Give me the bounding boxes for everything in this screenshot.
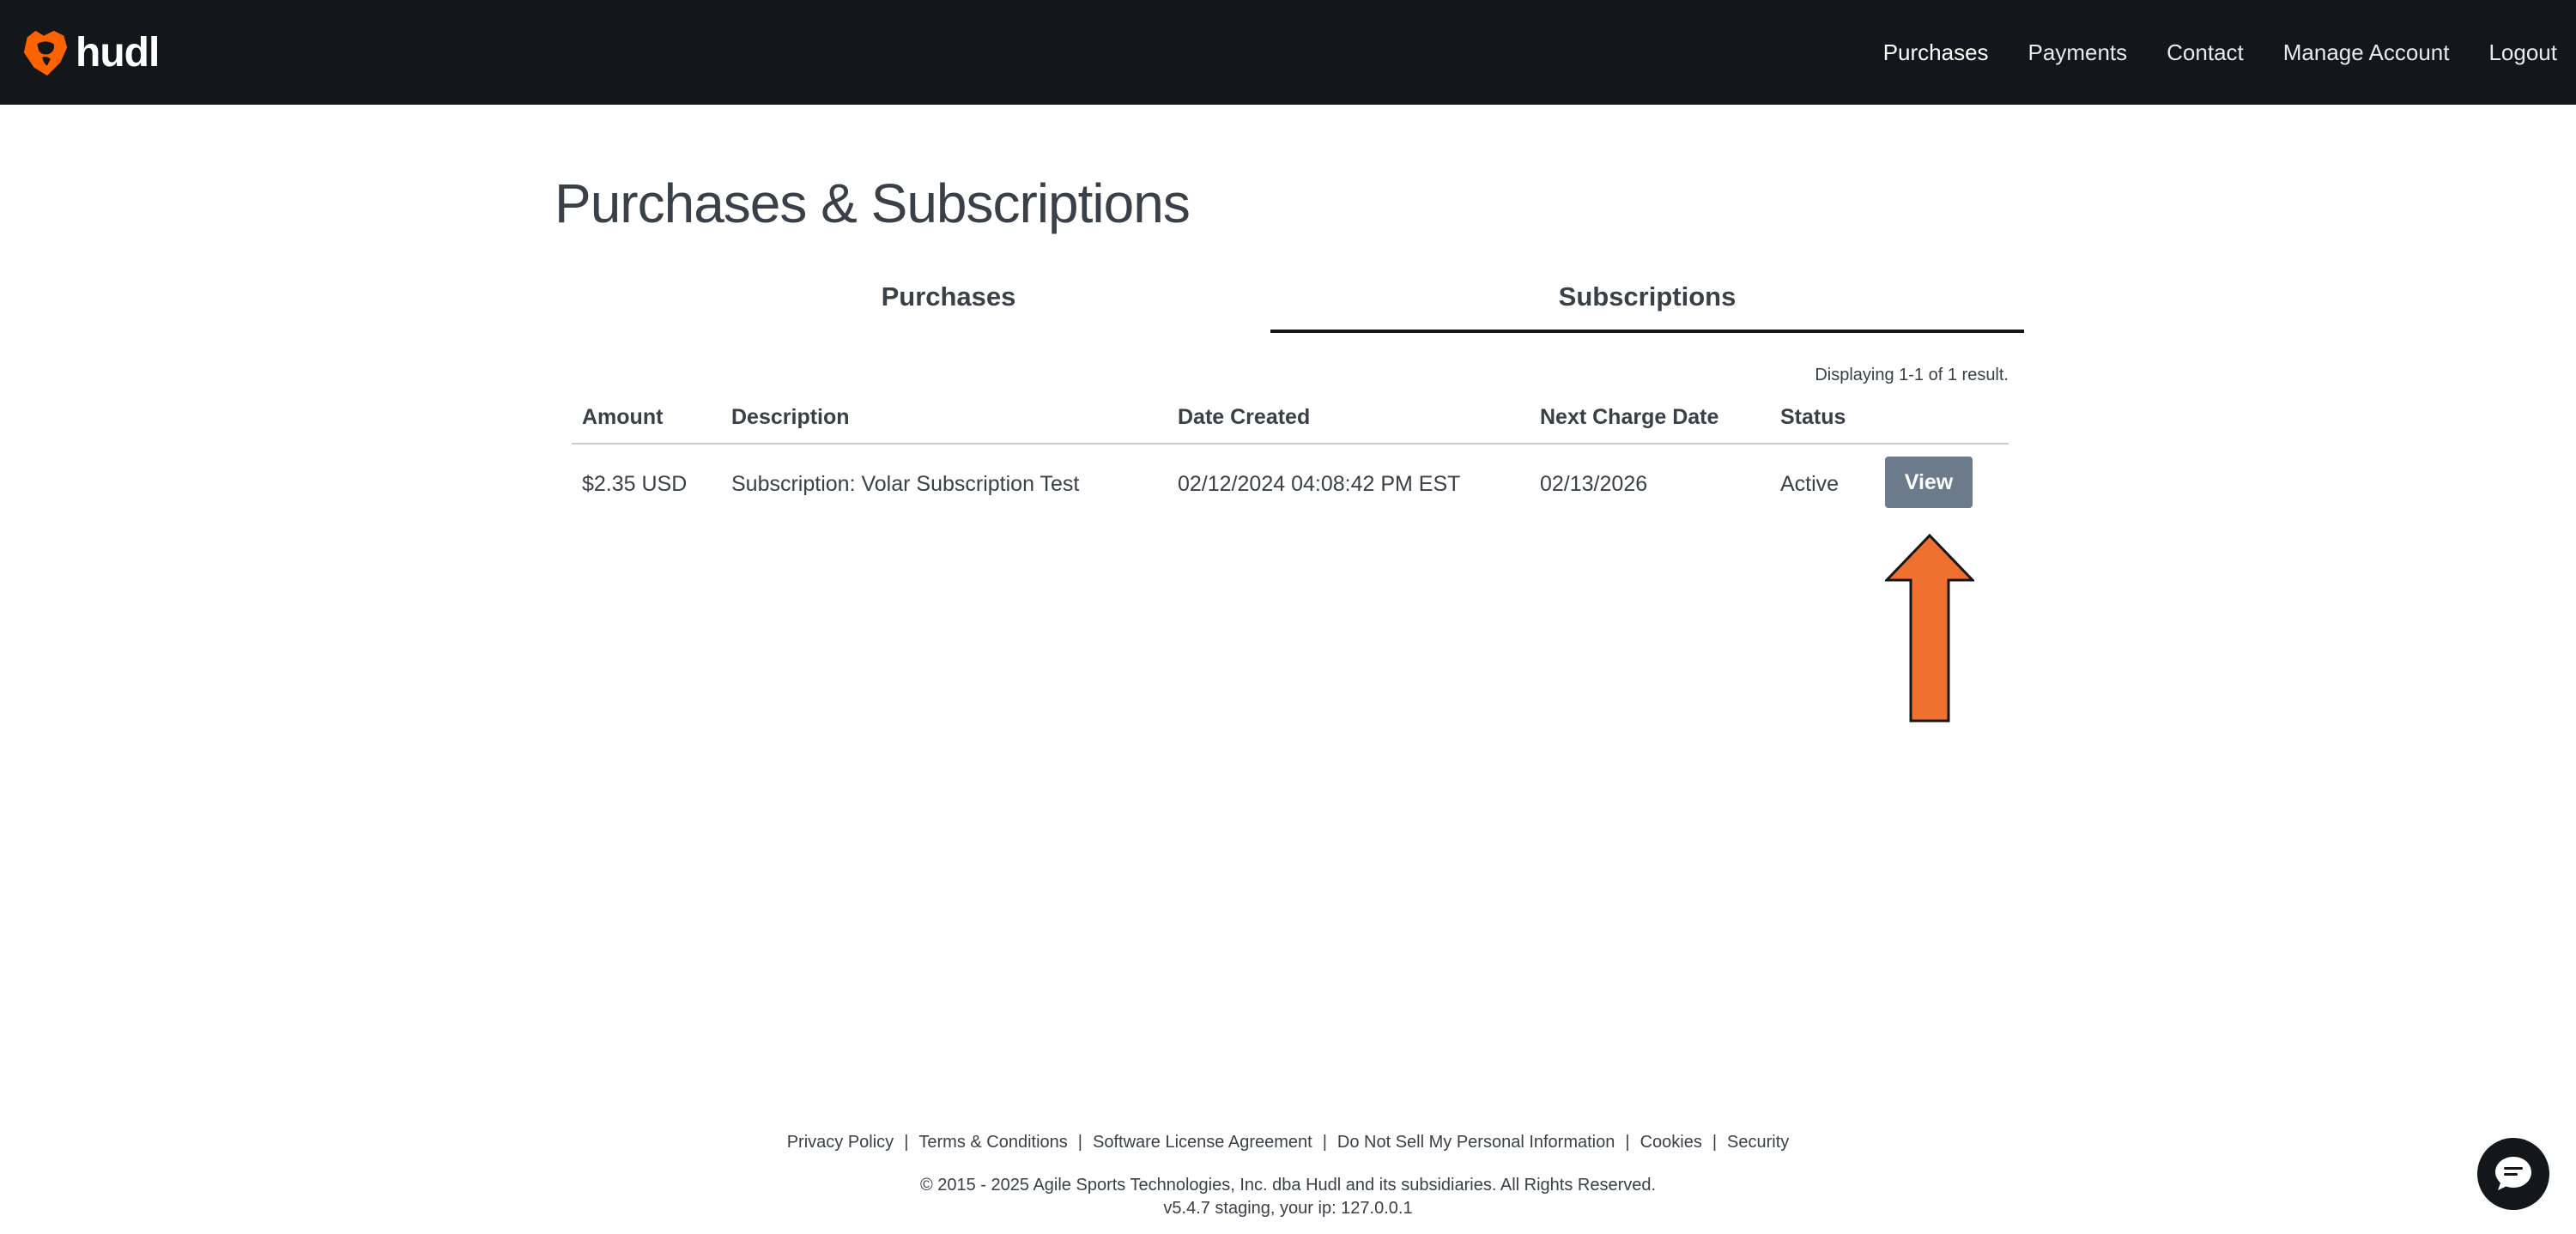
page-title: Purchases & Subscriptions <box>555 172 1191 234</box>
top-navigation-bar: hudl Purchases Payments Contact Manage A… <box>0 0 2576 105</box>
brand-wordmark: hudl <box>76 29 160 76</box>
hudl-logo[interactable]: hudl <box>19 0 160 105</box>
footer-separator: | <box>1712 1133 1718 1152</box>
nav-logout[interactable]: Logout <box>2488 39 2557 66</box>
tab-purchases[interactable]: Purchases <box>572 268 1325 333</box>
cell-date-created: 02/12/2024 04:08:42 PM EST <box>1178 472 1461 496</box>
footer-links: Privacy Policy | Terms & Conditions | So… <box>0 1133 2576 1152</box>
footer-separator: | <box>904 1133 909 1152</box>
column-header-description: Description <box>731 405 850 429</box>
footer-link-software-license[interactable]: Software License Agreement <box>1093 1133 1312 1152</box>
tab-bar: Purchases Subscriptions <box>572 268 2024 336</box>
nav-purchases[interactable]: Purchases <box>1883 39 1989 66</box>
subscriptions-table: Amount Description Date Created Next Cha… <box>572 395 2009 522</box>
nav-payments[interactable]: Payments <box>2028 39 2128 66</box>
footer-link-cookies[interactable]: Cookies <box>1640 1133 1702 1152</box>
hudl-logo-icon <box>23 30 68 76</box>
column-header-date-created: Date Created <box>1178 405 1311 429</box>
top-nav: Purchases Payments Contact Manage Accoun… <box>1844 39 2557 66</box>
cell-description: Subscription: Volar Subscription Test <box>731 472 1080 496</box>
tab-subscriptions[interactable]: Subscriptions <box>1270 268 2024 333</box>
footer-link-terms[interactable]: Terms & Conditions <box>918 1133 1067 1152</box>
footer-separator: | <box>1625 1133 1630 1152</box>
cell-status: Active <box>1780 472 1840 496</box>
footer-link-security[interactable]: Security <box>1727 1133 1789 1152</box>
column-header-amount: Amount <box>582 405 664 429</box>
view-button[interactable]: View <box>1885 457 1973 508</box>
version-text: v5.4.7 staging, your ip: 127.0.0.1 <box>1163 1199 1413 1218</box>
column-header-status: Status <box>1780 405 1846 429</box>
footer-link-do-not-sell[interactable]: Do Not Sell My Personal Information <box>1337 1133 1615 1152</box>
footer-link-privacy-policy[interactable]: Privacy Policy <box>787 1133 894 1152</box>
column-header-next-charge-date: Next Charge Date <box>1540 405 1719 429</box>
table-header: Amount Description Date Created Next Cha… <box>572 395 2009 445</box>
arrow-up-icon <box>1885 534 1974 723</box>
cell-next-charge-date: 02/13/2026 <box>1540 472 1648 496</box>
chat-bubble-icon <box>2495 1157 2531 1190</box>
footer-separator: | <box>1077 1133 1082 1152</box>
footer-separator: | <box>1322 1133 1327 1152</box>
nav-manage-account[interactable]: Manage Account <box>2283 39 2450 66</box>
results-count: Displaying 1-1 of 1 result. <box>1815 366 2009 384</box>
chat-button[interactable] <box>2477 1138 2549 1210</box>
copyright-text: © 2015 - 2025 Agile Sports Technologies,… <box>919 1176 1657 1195</box>
cell-amount: $2.35 USD <box>582 472 688 496</box>
nav-contact[interactable]: Contact <box>2167 39 2244 66</box>
table-row: $2.35 USD Subscription: Volar Subscripti… <box>572 445 2009 522</box>
